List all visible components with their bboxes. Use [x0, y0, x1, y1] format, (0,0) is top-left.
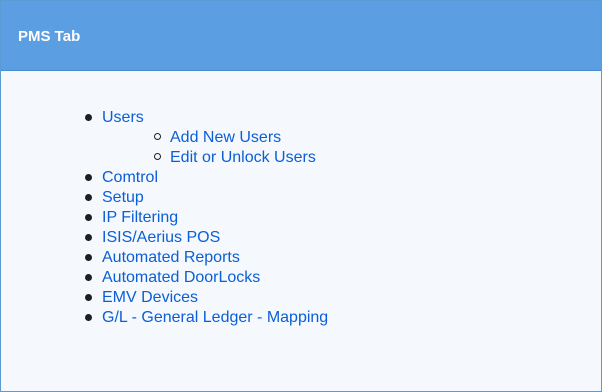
bullet-icon	[85, 294, 92, 301]
toc-subitem-edit-unlock-users: Edit or Unlock Users	[154, 148, 601, 168]
link-automated-doorlocks[interactable]: Automated DoorLocks	[102, 269, 260, 286]
toc-item-automated-reports: Automated Reports	[85, 248, 601, 268]
bullet-icon	[85, 174, 92, 181]
toc-list: Users Add New Users Edit or Unlock Users…	[1, 108, 601, 328]
bullet-icon	[85, 114, 92, 121]
toc-sublist-users: Add New Users Edit or Unlock Users	[102, 128, 601, 168]
link-ip-filtering[interactable]: IP Filtering	[102, 209, 178, 226]
bullet-icon	[85, 214, 92, 221]
toc-item-comtrol: Comtrol	[85, 168, 601, 188]
toc-item-isis-aerius-pos: ISIS/Aerius POS	[85, 228, 601, 248]
bullet-icon	[85, 274, 92, 281]
link-setup[interactable]: Setup	[102, 189, 144, 206]
pms-tab-panel: PMS Tab Users Add New Users Edit or Unlo…	[0, 0, 602, 392]
bullet-icon	[85, 314, 92, 321]
bullet-icon	[85, 254, 92, 261]
link-add-new-users[interactable]: Add New Users	[170, 129, 281, 146]
panel-header: PMS Tab	[1, 1, 601, 71]
link-gl-general-ledger-mapping[interactable]: G/L - General Ledger - Mapping	[102, 309, 328, 326]
toc-item-users: Users Add New Users Edit or Unlock Users	[85, 108, 601, 168]
toc-item-setup: Setup	[85, 188, 601, 208]
link-automated-reports[interactable]: Automated Reports	[102, 249, 240, 266]
link-isis-aerius-pos[interactable]: ISIS/Aerius POS	[102, 229, 220, 246]
link-users[interactable]: Users	[102, 109, 144, 126]
bullet-icon	[85, 194, 92, 201]
toc-item-ip-filtering: IP Filtering	[85, 208, 601, 228]
link-comtrol[interactable]: Comtrol	[102, 169, 158, 186]
panel-title: PMS Tab	[18, 28, 81, 45]
ring-bullet-icon	[154, 153, 161, 160]
toc-item-gl-general-ledger-mapping: G/L - General Ledger - Mapping	[85, 308, 601, 328]
toc-item-emv-devices: EMV Devices	[85, 288, 601, 308]
link-edit-or-unlock-users[interactable]: Edit or Unlock Users	[170, 149, 316, 166]
toc-subitem-add-new-users: Add New Users	[154, 128, 601, 148]
ring-bullet-icon	[154, 133, 161, 140]
link-emv-devices[interactable]: EMV Devices	[102, 289, 198, 306]
toc-item-automated-doorlocks: Automated DoorLocks	[85, 268, 601, 288]
bullet-icon	[85, 234, 92, 241]
panel-body: Users Add New Users Edit or Unlock Users…	[1, 71, 601, 328]
